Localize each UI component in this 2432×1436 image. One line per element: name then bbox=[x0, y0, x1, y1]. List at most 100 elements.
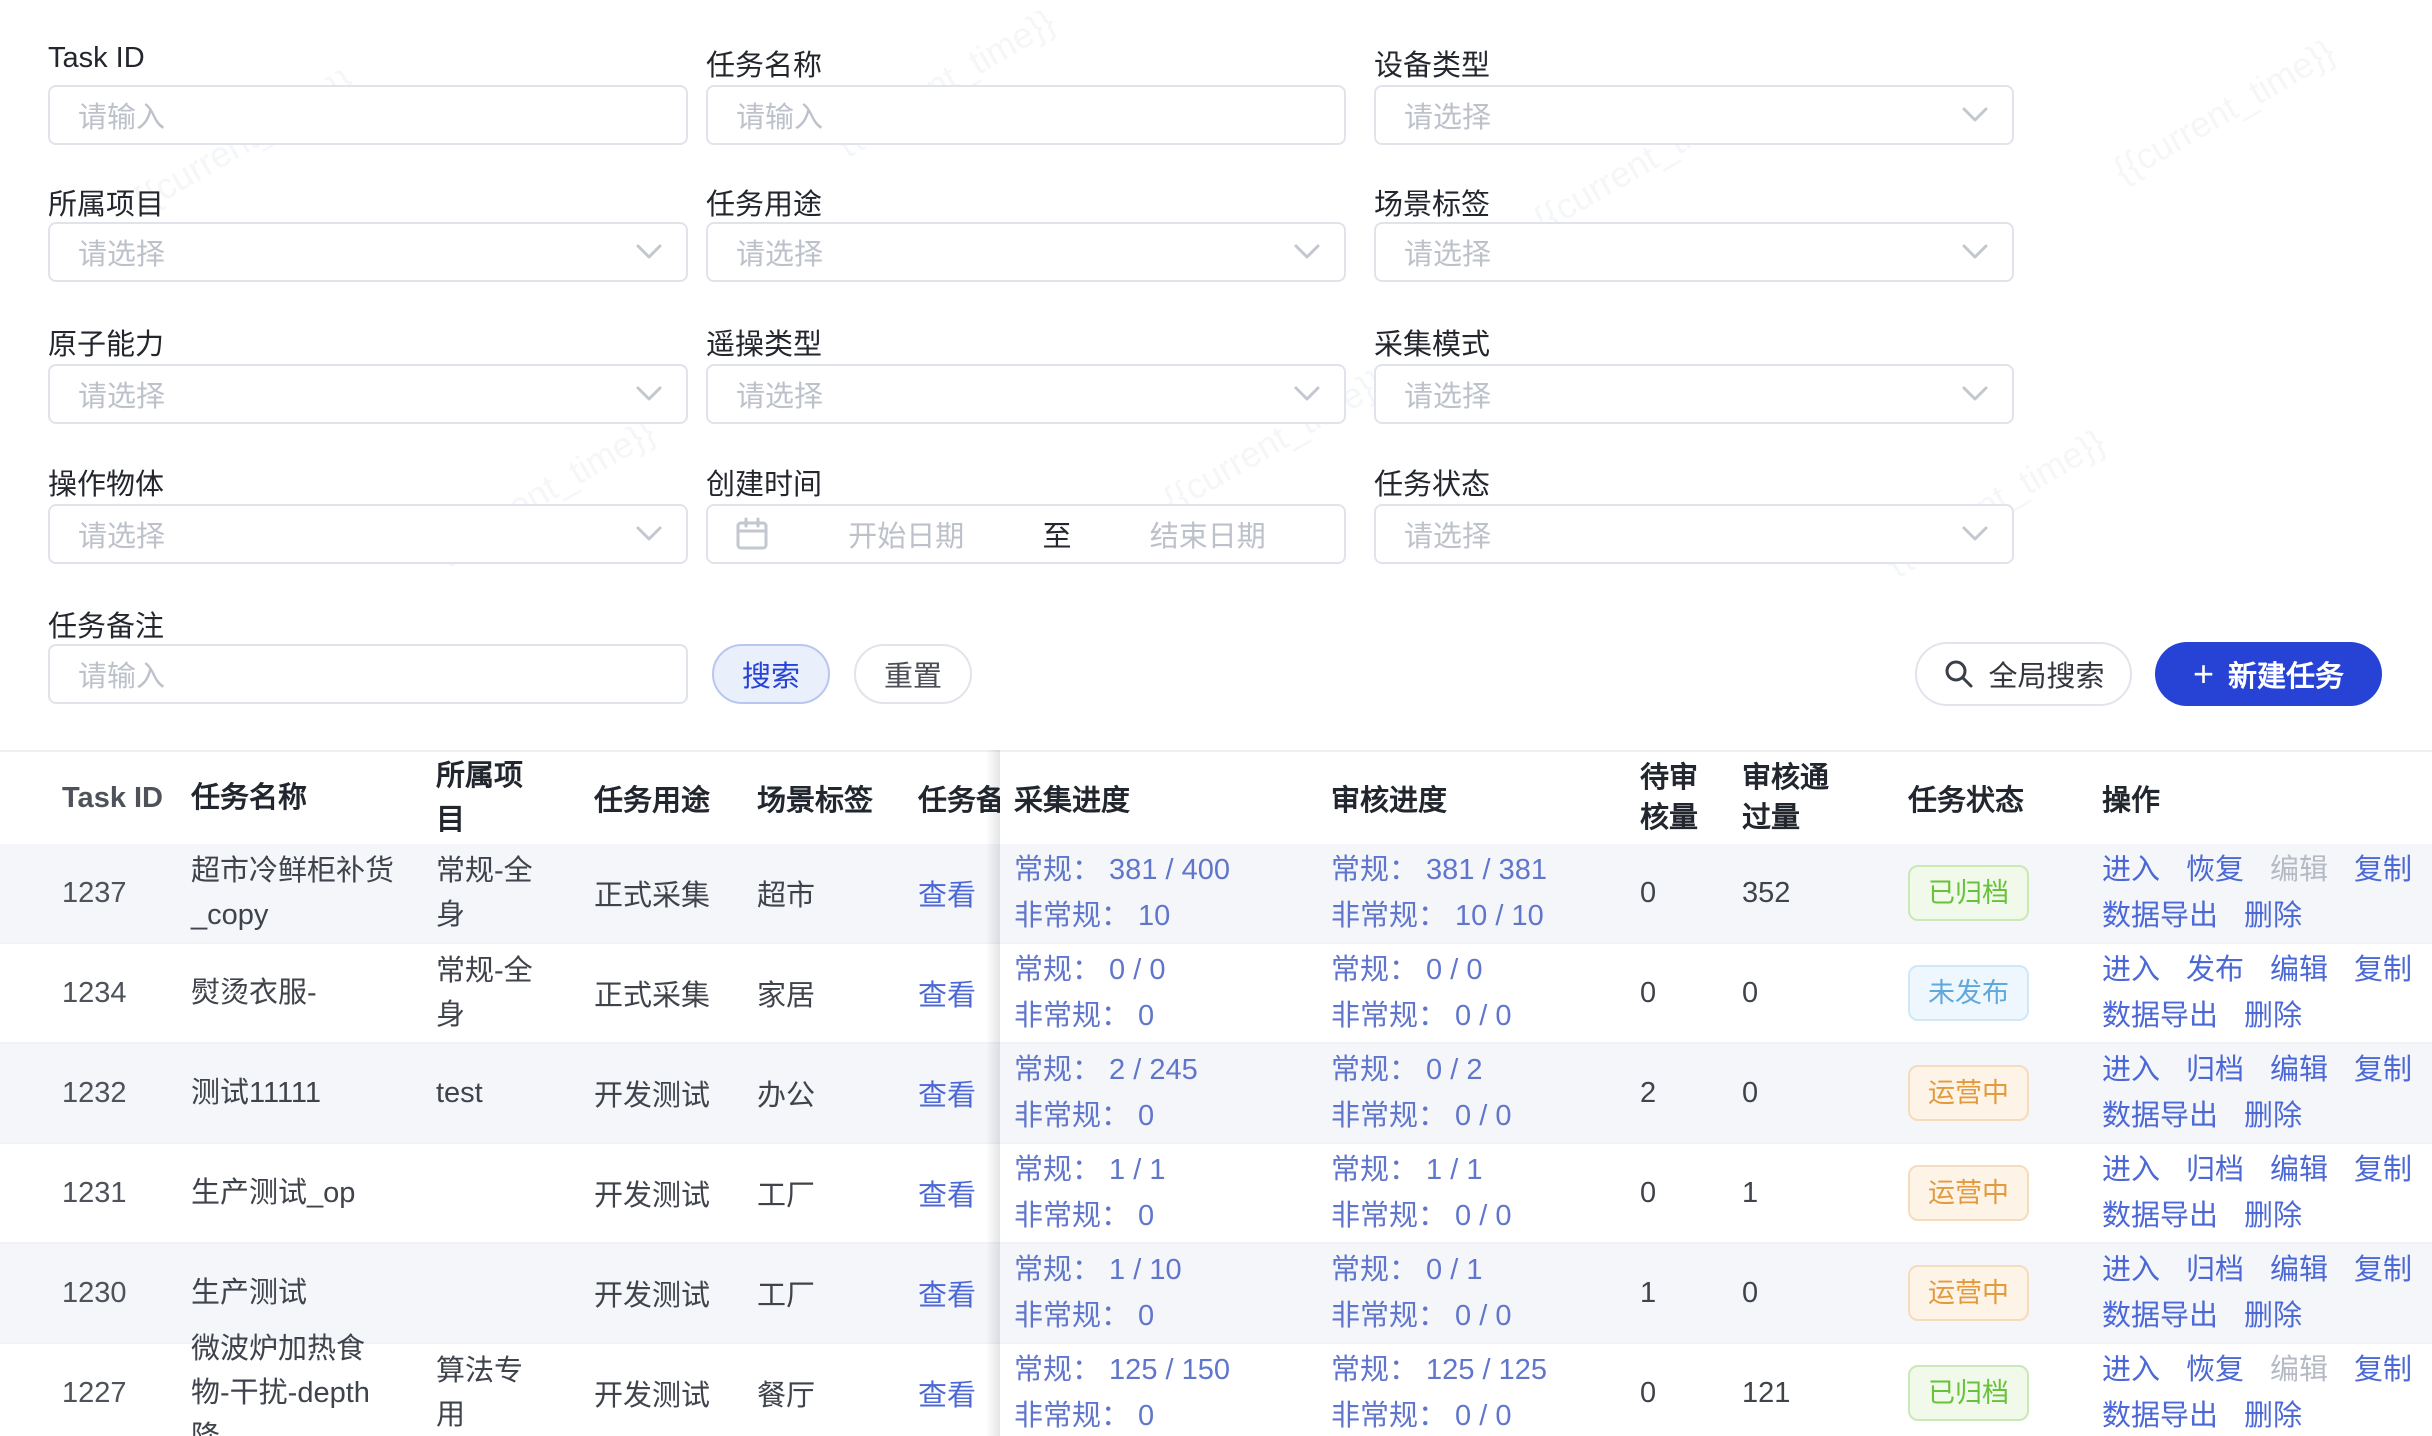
review-regular: 常规： 125 / 125 bbox=[1331, 1347, 1628, 1393]
review-irregular: 非常规： 0 / 0 bbox=[1331, 1393, 1628, 1436]
action-publish[interactable]: 发布 bbox=[2186, 947, 2244, 993]
action-enter[interactable]: 进入 bbox=[2102, 1147, 2160, 1193]
collect-mode-select[interactable]: 请选择 bbox=[1374, 364, 2014, 424]
cell-purpose: 开发测试 bbox=[594, 1172, 757, 1214]
action-delete[interactable]: 删除 bbox=[2244, 993, 2302, 1039]
operate-object-placeholder: 请选择 bbox=[78, 513, 636, 555]
action-export[interactable]: 数据导出 bbox=[2102, 1093, 2218, 1139]
device-type-select[interactable]: 请选择 bbox=[1374, 85, 2014, 145]
action-restore[interactable]: 恢复 bbox=[2186, 847, 2244, 893]
cell-project: 常规-全身 bbox=[436, 949, 594, 1037]
cell-scene: 超市 bbox=[757, 872, 918, 914]
global-search-button[interactable]: 全局搜索 bbox=[1915, 642, 2132, 706]
cell-collect-progress: 常规： 381 / 400非常规： 10 bbox=[1000, 847, 1317, 939]
collect-mode-placeholder: 请选择 bbox=[1404, 373, 1962, 415]
task-id-input[interactable]: 请输入 bbox=[48, 85, 688, 145]
action-delete[interactable]: 删除 bbox=[2244, 1293, 2302, 1339]
cell-pending-count: 2 bbox=[1628, 1077, 1730, 1110]
table-row: 1234 熨烫衣服- 常规-全身 正式采集 家居 查看 常规： 0 / 0非常规… bbox=[0, 942, 2432, 1042]
cell-task-id: 1232 bbox=[0, 1077, 191, 1110]
cell-task-id: 1230 bbox=[0, 1277, 191, 1310]
view-remark-link[interactable]: 查看 bbox=[918, 980, 976, 1012]
start-date-placeholder[interactable]: 开始日期 bbox=[770, 513, 1043, 555]
view-remark-link[interactable]: 查看 bbox=[918, 1180, 976, 1212]
action-delete[interactable]: 删除 bbox=[2244, 1393, 2302, 1436]
task-name-input[interactable]: 请输入 bbox=[706, 85, 1346, 145]
purpose-select[interactable]: 请选择 bbox=[706, 222, 1346, 282]
cell-review-progress: 常规： 0 / 2非常规： 0 / 0 bbox=[1317, 1047, 1628, 1139]
action-edit: 编辑 bbox=[2270, 1347, 2328, 1393]
teleop-type-select[interactable]: 请选择 bbox=[706, 364, 1346, 424]
action-enter[interactable]: 进入 bbox=[2102, 1247, 2160, 1293]
project-select[interactable]: 请选择 bbox=[48, 222, 688, 282]
cell-review-progress: 常规： 1 / 1非常规： 0 / 0 bbox=[1317, 1147, 1628, 1239]
view-remark-link[interactable]: 查看 bbox=[918, 1080, 976, 1112]
collect-regular: 常规： 0 / 0 bbox=[1014, 947, 1317, 993]
action-delete[interactable]: 删除 bbox=[2244, 1193, 2302, 1239]
action-export[interactable]: 数据导出 bbox=[2102, 893, 2218, 939]
action-delete[interactable]: 删除 bbox=[2244, 1093, 2302, 1139]
view-remark-link[interactable]: 查看 bbox=[918, 1380, 976, 1412]
cell-status: 未发布 bbox=[1860, 965, 2072, 1021]
action-export[interactable]: 数据导出 bbox=[2102, 993, 2218, 1039]
cell-passed-count: 0 bbox=[1730, 1077, 1860, 1110]
view-remark-link[interactable]: 查看 bbox=[918, 1280, 976, 1312]
create-time-daterange[interactable]: 开始日期 至 结束日期 bbox=[706, 504, 1346, 564]
create-task-label: 新建任务 bbox=[2228, 653, 2344, 695]
cell-actions: 进入归档编辑复制 数据导出删除 bbox=[2072, 1247, 2432, 1339]
operate-object-select[interactable]: 请选择 bbox=[48, 504, 688, 564]
atomic-ability-select[interactable]: 请选择 bbox=[48, 364, 688, 424]
task-id-placeholder: 请输入 bbox=[78, 94, 686, 136]
status-badge: 已归档 bbox=[1908, 1365, 2029, 1421]
action-copy[interactable]: 复制 bbox=[2354, 1147, 2412, 1193]
cell-review-progress: 常规： 381 / 381非常规： 10 / 10 bbox=[1317, 847, 1628, 939]
cell-purpose: 正式采集 bbox=[594, 872, 757, 914]
action-edit[interactable]: 编辑 bbox=[2270, 947, 2328, 993]
action-enter[interactable]: 进入 bbox=[2102, 847, 2160, 893]
view-remark-link[interactable]: 查看 bbox=[918, 880, 976, 912]
purpose-placeholder: 请选择 bbox=[736, 231, 1294, 273]
action-export[interactable]: 数据导出 bbox=[2102, 1193, 2218, 1239]
chevron-down-icon bbox=[1962, 386, 1988, 402]
action-delete[interactable]: 删除 bbox=[2244, 893, 2302, 939]
action-archive[interactable]: 归档 bbox=[2186, 1047, 2244, 1093]
task-status-select[interactable]: 请选择 bbox=[1374, 504, 2014, 564]
table-header-row: Task ID 任务名称 所属项目 任务用途 场景标签 任务备注 采集进度 审核… bbox=[0, 750, 2432, 844]
action-export[interactable]: 数据导出 bbox=[2102, 1293, 2218, 1339]
action-copy[interactable]: 复制 bbox=[2354, 1347, 2412, 1393]
header-actions: 操作 bbox=[2072, 777, 2432, 819]
cell-remark: 查看 bbox=[918, 1172, 1000, 1214]
collect-irregular: 非常规： 0 bbox=[1014, 1193, 1317, 1239]
scene-tag-select[interactable]: 请选择 bbox=[1374, 222, 2014, 282]
cell-remark: 查看 bbox=[918, 972, 1000, 1014]
action-copy[interactable]: 复制 bbox=[2354, 947, 2412, 993]
action-edit[interactable]: 编辑 bbox=[2270, 1247, 2328, 1293]
action-archive[interactable]: 归档 bbox=[2186, 1247, 2244, 1293]
action-edit[interactable]: 编辑 bbox=[2270, 1147, 2328, 1193]
action-enter[interactable]: 进入 bbox=[2102, 1347, 2160, 1393]
action-restore[interactable]: 恢复 bbox=[2186, 1347, 2244, 1393]
action-copy[interactable]: 复制 bbox=[2354, 847, 2412, 893]
create-task-button[interactable]: + 新建任务 bbox=[2155, 642, 2382, 706]
action-export[interactable]: 数据导出 bbox=[2102, 1393, 2218, 1436]
action-edit[interactable]: 编辑 bbox=[2270, 1047, 2328, 1093]
action-enter[interactable]: 进入 bbox=[2102, 947, 2160, 993]
action-copy[interactable]: 复制 bbox=[2354, 1247, 2412, 1293]
search-button[interactable]: 搜索 bbox=[712, 644, 830, 704]
collect-regular: 常规： 1 / 1 bbox=[1014, 1147, 1317, 1193]
reset-button[interactable]: 重置 bbox=[854, 644, 972, 704]
action-copy[interactable]: 复制 bbox=[2354, 1047, 2412, 1093]
cell-actions: 进入恢复编辑复制 数据导出删除 bbox=[2072, 847, 2432, 939]
cell-status: 运营中 bbox=[1860, 1165, 2072, 1221]
field-label-purpose: 任务用途 bbox=[706, 181, 822, 223]
action-enter[interactable]: 进入 bbox=[2102, 1047, 2160, 1093]
end-date-placeholder[interactable]: 结束日期 bbox=[1072, 513, 1345, 555]
cell-purpose: 开发测试 bbox=[594, 1372, 757, 1414]
action-archive[interactable]: 归档 bbox=[2186, 1147, 2244, 1193]
collect-irregular: 非常规： 10 bbox=[1014, 893, 1317, 939]
task-remark-input[interactable]: 请输入 bbox=[48, 644, 688, 704]
atomic-ability-placeholder: 请选择 bbox=[78, 373, 636, 415]
cell-task-name: 微波炉加热食物-干扰-depth降... bbox=[191, 1327, 436, 1436]
field-label-scene-tag: 场景标签 bbox=[1374, 181, 1490, 223]
header-passed-count: 审核通过量 bbox=[1730, 758, 1860, 838]
